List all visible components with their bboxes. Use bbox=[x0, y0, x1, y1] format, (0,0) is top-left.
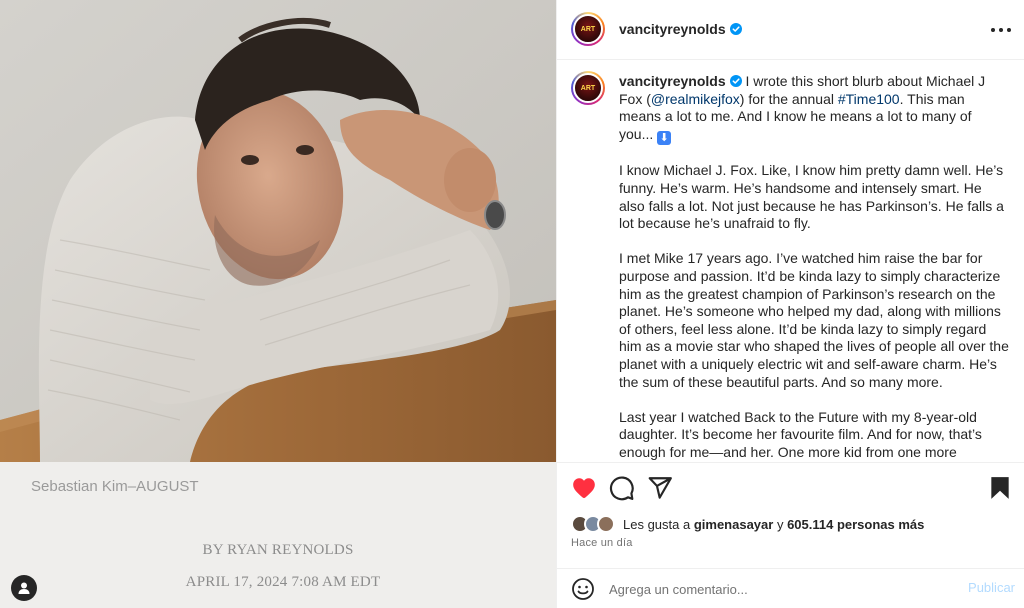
post-actions-bar bbox=[557, 462, 1024, 514]
verified-badge-icon bbox=[729, 23, 742, 35]
caption-paragraph-3: I met Mike 17 years ago. I’ve watched hi… bbox=[619, 250, 1009, 390]
likes-summary[interactable]: Les gusta a gimenasayar y 605.114 person… bbox=[571, 514, 924, 534]
liker-avatar bbox=[597, 515, 615, 533]
portrait-photo bbox=[0, 0, 556, 462]
media-caption-area: Sebastian Kim–AUGUST BY RYAN REYNOLDS AP… bbox=[0, 462, 556, 608]
comment-bubble-icon[interactable] bbox=[609, 475, 635, 501]
article-byline: BY RYAN REYNOLDS bbox=[202, 542, 354, 558]
caption-paragraph-4: Last year I watched Back to the Future w… bbox=[619, 408, 982, 460]
photo-credit: Sebastian Kim–AUGUST bbox=[31, 478, 199, 495]
hashtag-link[interactable]: #Time100 bbox=[838, 91, 900, 107]
caption-author-avatar[interactable]: ART bbox=[571, 71, 605, 105]
author-username[interactable]: vancityreynolds bbox=[619, 21, 726, 37]
user-tag-icon bbox=[18, 582, 30, 594]
likes-text: Les gusta a gimenasayar y 605.114 person… bbox=[623, 517, 924, 532]
add-comment-bar: Publicar bbox=[557, 568, 1024, 608]
author-avatar[interactable]: ART bbox=[571, 12, 605, 46]
post-media[interactable]: Sebastian Kim–AUGUST BY RYAN REYNOLDS AP… bbox=[0, 0, 556, 608]
post-header: ART vancityreynolds bbox=[557, 0, 1024, 60]
comment-input[interactable] bbox=[609, 578, 949, 600]
liker-username[interactable]: gimenasayar bbox=[694, 517, 774, 532]
post-timestamp[interactable]: Hace un día bbox=[571, 537, 633, 549]
likes-prefix: Les gusta a bbox=[623, 516, 694, 532]
article-dateline: APRIL 17, 2024 7:08 AM EDT bbox=[185, 574, 381, 590]
tagged-users-button[interactable] bbox=[11, 575, 37, 601]
comments-area[interactable]: ART vancityreynolds I wrote this short b… bbox=[557, 61, 1024, 461]
more-options-button[interactable] bbox=[991, 20, 1011, 40]
verified-badge-icon bbox=[729, 75, 742, 87]
bookmark-filled-icon[interactable] bbox=[987, 475, 1013, 501]
more-dot bbox=[991, 28, 995, 32]
caption-username[interactable]: vancityreynolds bbox=[619, 73, 726, 89]
caption-paragraph-1: vancityreynolds I wrote this short blurb… bbox=[619, 73, 1009, 145]
author-username-link[interactable]: vancityreynolds bbox=[619, 21, 742, 37]
caption-mid: ) for the annual bbox=[739, 90, 838, 107]
caption-paragraph-2: I know Michael J. Fox. Like, I know him … bbox=[619, 162, 1004, 232]
likes-joiner: y bbox=[773, 516, 788, 532]
down-arrow-emoji: ⬇ bbox=[657, 130, 672, 145]
post-caption: vancityreynolds I wrote this short blurb… bbox=[619, 73, 1009, 461]
post-side-panel: ART vancityreynolds ART vancityreynolds … bbox=[556, 0, 1024, 608]
likes-count[interactable]: 605.114 personas más bbox=[787, 517, 924, 532]
more-dot bbox=[999, 28, 1003, 32]
publish-button[interactable]: Publicar bbox=[968, 580, 1015, 595]
heart-filled-icon[interactable] bbox=[571, 475, 597, 501]
mention-link[interactable]: @realmikejfox bbox=[651, 91, 740, 107]
more-dot bbox=[1007, 28, 1011, 32]
paper-plane-icon[interactable] bbox=[647, 475, 673, 501]
smiley-icon[interactable] bbox=[571, 577, 595, 601]
liker-avatars bbox=[571, 514, 619, 534]
